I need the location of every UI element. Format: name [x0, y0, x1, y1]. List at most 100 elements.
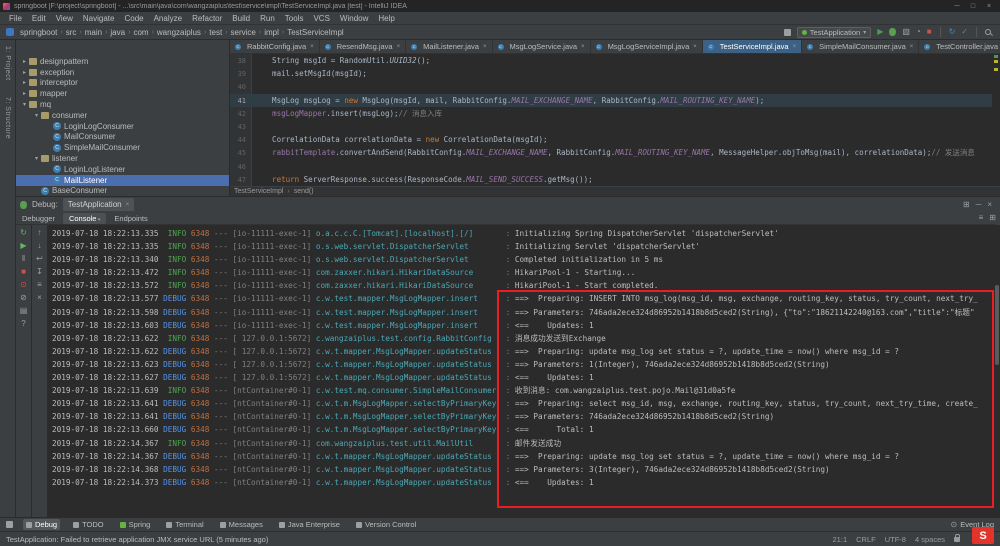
- menu-refactor[interactable]: Refactor: [187, 14, 227, 23]
- lock-icon[interactable]: [954, 537, 960, 542]
- tree-arrow-icon[interactable]: ▸: [20, 79, 29, 86]
- breadcrumb-item-java[interactable]: java: [108, 28, 127, 37]
- search-icon[interactable]: [985, 29, 991, 35]
- menu-code[interactable]: Code: [119, 14, 148, 23]
- print-icon[interactable]: ≡: [37, 281, 42, 289]
- menu-tools[interactable]: Tools: [280, 14, 309, 23]
- stop-icon[interactable]: ■: [927, 28, 932, 36]
- tree-arrow-icon[interactable]: ▸: [20, 69, 29, 76]
- console-output[interactable]: 2019-07-18 18:22:13.335 INFO 6348 --- [i…: [48, 227, 992, 517]
- tree-item-consumer[interactable]: ▾consumer: [16, 110, 229, 121]
- close-tab-icon[interactable]: ×: [793, 44, 797, 50]
- close-tab-icon[interactable]: ×: [693, 44, 697, 50]
- stop-icon[interactable]: ■: [21, 268, 26, 276]
- editor-tab-testcontroller[interactable]: CTestController.java×: [919, 40, 1000, 53]
- close-session-icon[interactable]: ×: [126, 202, 130, 208]
- maximize-button[interactable]: □: [965, 3, 981, 10]
- warning-stripe-mark[interactable]: [994, 60, 998, 63]
- editor-tab-msglogservice[interactable]: CMsgLogService.java×: [493, 40, 591, 53]
- menu-view[interactable]: View: [51, 14, 78, 23]
- tree-arrow-icon[interactable]: ▾: [20, 101, 29, 108]
- editor-tab-resendmsg[interactable]: CResendMsg.java×: [320, 40, 406, 53]
- tree-item-baseconsumer[interactable]: CBaseConsumer: [16, 186, 229, 196]
- menu-help[interactable]: Help: [373, 14, 399, 23]
- line-separator[interactable]: CRLF: [856, 535, 876, 544]
- toolwindow-button-version-control[interactable]: Version Control: [353, 519, 419, 530]
- scroll-to-end-icon[interactable]: ↧: [36, 268, 43, 276]
- editor-tab-simplemailconsumer[interactable]: CSimpleMailConsumer.java×: [802, 40, 919, 53]
- soft-wrap-icon[interactable]: ↩: [36, 255, 43, 263]
- tree-arrow-icon[interactable]: ▾: [32, 155, 41, 162]
- close-tab-icon[interactable]: ×: [581, 44, 585, 50]
- close-tab-icon[interactable]: ×: [483, 44, 487, 50]
- tree-item-simplemailconsumer[interactable]: CSimpleMailConsumer: [16, 142, 229, 153]
- editor-tab-testserviceimpl[interactable]: CTestServiceImpl.java×: [703, 40, 802, 53]
- warning-stripe-mark[interactable]: [994, 68, 998, 71]
- console-scrollbar[interactable]: [995, 285, 999, 365]
- close-tab-icon[interactable]: ×: [310, 44, 314, 50]
- editor-tab-rabbitconfig[interactable]: CRabbitConfig.java×: [230, 40, 320, 53]
- run-config-select[interactable]: TestApplication ▾: [797, 27, 871, 38]
- breadcrumb-method[interactable]: send(): [294, 188, 314, 195]
- close-button[interactable]: ×: [981, 3, 997, 10]
- up-stack-trace-icon[interactable]: ↑: [38, 229, 42, 237]
- toolwindow-button-debug[interactable]: Debug: [23, 519, 60, 530]
- breadcrumb-item-service[interactable]: service: [229, 28, 258, 37]
- menu-run[interactable]: Run: [255, 14, 280, 23]
- indent-style[interactable]: 4 spaces: [915, 535, 945, 544]
- tree-item-loginloglistener[interactable]: CLoginLogListener: [16, 164, 229, 175]
- breadcrumb-item-main[interactable]: main: [83, 28, 104, 37]
- menu-navigate[interactable]: Navigate: [78, 14, 120, 23]
- tree-item-maillistener[interactable]: CMailListener: [16, 175, 229, 186]
- debug-view-tab-console[interactable]: Console ▾: [63, 213, 106, 224]
- tree-item-listener[interactable]: ▾listener: [16, 153, 229, 164]
- toolwindow-button-spring[interactable]: Spring: [117, 519, 154, 530]
- minimize-button[interactable]: ─: [949, 3, 965, 10]
- breadcrumb-item-com[interactable]: com: [131, 28, 150, 37]
- breadcrumb-class[interactable]: TestServiceImpl: [234, 188, 283, 195]
- restore-layout-icon[interactable]: ▤: [20, 307, 28, 315]
- git-update-icon[interactable]: ↻: [949, 28, 956, 36]
- tree-item-loginlogconsumer[interactable]: CLoginLogConsumer: [16, 121, 229, 132]
- breadcrumb-item-src[interactable]: src: [64, 28, 79, 37]
- tree-item-mq[interactable]: ▾mq: [16, 99, 229, 110]
- editor-tab-maillistener[interactable]: CMailListener.java×: [406, 40, 492, 53]
- toolwindow-switcher-icon[interactable]: [6, 521, 13, 528]
- debug-session-tab[interactable]: TestApplication ×: [63, 198, 134, 211]
- close-icon[interactable]: ×: [987, 201, 992, 209]
- toolwindow-button-messages[interactable]: Messages: [217, 519, 266, 530]
- rerun-icon[interactable]: ↻: [20, 229, 27, 237]
- profiler-icon[interactable]: ◔: [916, 28, 921, 36]
- mute-breakpoints-icon[interactable]: ⊘: [20, 294, 27, 302]
- menu-analyze[interactable]: Analyze: [149, 14, 187, 23]
- tree-item-mailconsumer[interactable]: CMailConsumer: [16, 132, 229, 143]
- resume-icon[interactable]: ▶: [20, 242, 26, 250]
- tree-item-exception[interactable]: ▸exception: [16, 67, 229, 78]
- settings-gear-icon[interactable]: ⊞: [989, 214, 996, 222]
- toolwindow-button-todo[interactable]: TODO: [70, 519, 107, 530]
- breadcrumb-item-wangzaiplus[interactable]: wangzaiplus: [155, 28, 203, 37]
- toolwindow-button-terminal[interactable]: Terminal: [163, 519, 206, 530]
- toolwindow-button-structure[interactable]: 7: Structure: [4, 97, 11, 139]
- hide-icon[interactable]: ─: [976, 201, 982, 209]
- breadcrumb-item-test[interactable]: test: [207, 28, 224, 37]
- breadcrumb-item-testserviceimpl[interactable]: TestServiceImpl: [285, 28, 345, 37]
- git-commit-icon[interactable]: ✓: [961, 28, 968, 36]
- run-icon[interactable]: ▶: [877, 28, 883, 36]
- tree-arrow-icon[interactable]: ▸: [20, 58, 29, 65]
- debug-view-tab-endpoints[interactable]: Endpoints: [108, 213, 153, 224]
- breadcrumb-item-impl[interactable]: impl: [262, 28, 281, 37]
- tree-item-mapper[interactable]: ▸mapper: [16, 88, 229, 99]
- build-hammer-icon[interactable]: [784, 29, 791, 36]
- toolwindow-button-java-enterprise[interactable]: Java Enterprise: [276, 519, 343, 530]
- close-tab-icon[interactable]: ×: [397, 44, 401, 50]
- close-tab-icon[interactable]: ×: [910, 44, 914, 50]
- status-message[interactable]: TestApplication: Failed to retrieve appl…: [6, 535, 268, 544]
- menu-window[interactable]: Window: [335, 14, 373, 23]
- layout-icon[interactable]: ⊞: [963, 201, 970, 209]
- code-editor[interactable]: 38 String msgId = RandomUtil.UUID32();39…: [230, 54, 992, 186]
- coverage-icon[interactable]: ▧: [902, 28, 910, 36]
- breadcrumb-item-springboot[interactable]: springboot: [18, 28, 59, 37]
- tree-arrow-icon[interactable]: ▾: [32, 112, 41, 119]
- debug-bug-icon[interactable]: [889, 28, 896, 36]
